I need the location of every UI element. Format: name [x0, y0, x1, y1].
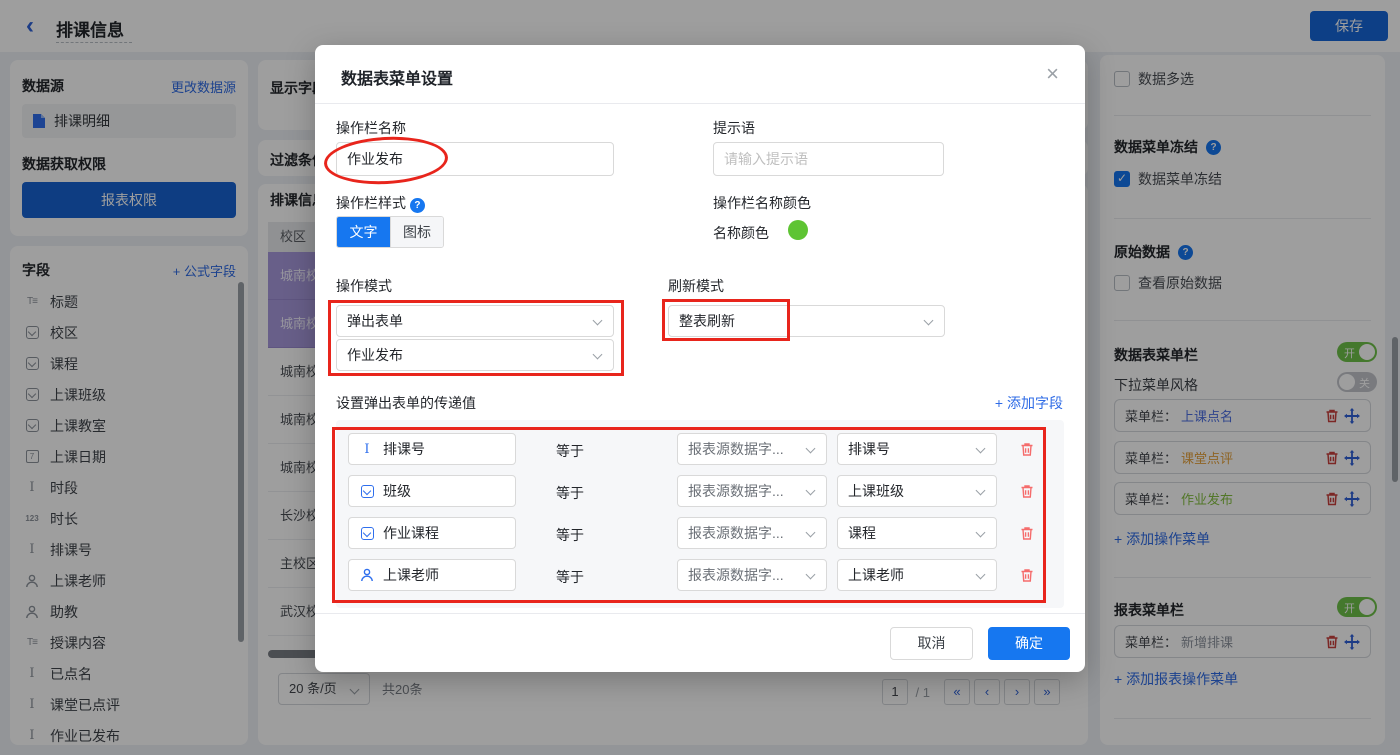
- add-field-link[interactable]: + 添加字段: [995, 393, 1063, 413]
- value-select[interactable]: 上课班级: [837, 475, 997, 507]
- select-icon: [359, 483, 375, 499]
- action-form-select[interactable]: 作业发布: [336, 339, 614, 371]
- source-select[interactable]: 报表源数据字...: [677, 517, 827, 549]
- source-select[interactable]: 报表源数据字...: [677, 559, 827, 591]
- operator-label: 等于: [556, 485, 584, 501]
- pass-values-label: 设置弹出表单的传递值: [336, 395, 476, 411]
- chevron-down-icon: [805, 443, 816, 454]
- chevron-down-icon: [975, 527, 986, 538]
- chevron-down-icon: [805, 485, 816, 496]
- delete-icon[interactable]: [1019, 567, 1035, 583]
- delete-icon[interactable]: [1019, 525, 1035, 541]
- action-mode-label: 操作模式: [336, 278, 392, 294]
- app-root: ‹ 排课信息 保存 数据源 更改数据源 排课明细 数据获取权限 报表权限 字段 …: [0, 0, 1400, 755]
- operator-label: 等于: [556, 527, 584, 543]
- value-select[interactable]: 课程: [837, 517, 997, 549]
- delete-icon[interactable]: [1019, 441, 1035, 457]
- value-select[interactable]: 排课号: [837, 433, 997, 465]
- color-swatch[interactable]: [788, 220, 808, 240]
- help-icon[interactable]: ?: [409, 198, 425, 213]
- operator-label: 等于: [556, 569, 584, 585]
- chevron-down-icon: [975, 443, 986, 454]
- color-name-label: 名称颜色: [713, 225, 769, 241]
- chevron-down-icon: [592, 349, 603, 360]
- source-select[interactable]: 报表源数据字...: [677, 475, 827, 507]
- text-icon: I: [364, 441, 370, 457]
- table-menu-settings-dialog: 数据表菜单设置 × 操作栏名称 作业发布 提示语 请输入提示语 操作栏样式 ? …: [315, 45, 1085, 672]
- style-label: 操作栏样式: [336, 195, 406, 211]
- pass-field-box[interactable]: I 排课号: [348, 433, 516, 465]
- chevron-down-icon: [805, 569, 816, 580]
- chevron-down-icon: [975, 569, 986, 580]
- pass-field-box[interactable]: 班级: [348, 475, 516, 507]
- chevron-down-icon: [975, 485, 986, 496]
- tip-label: 提示语: [713, 120, 755, 136]
- chevron-down-icon: [923, 315, 934, 326]
- tab-icon-style[interactable]: 图标: [390, 217, 443, 247]
- ok-button[interactable]: 确定: [988, 627, 1070, 660]
- tip-input[interactable]: 请输入提示语: [713, 142, 944, 176]
- chevron-down-icon: [805, 527, 816, 538]
- value-select[interactable]: 上课老师: [837, 559, 997, 591]
- pass-field-box[interactable]: 作业课程: [348, 517, 516, 549]
- style-segmented-control: 文字 图标: [336, 216, 444, 248]
- delete-icon[interactable]: [1019, 483, 1035, 499]
- chevron-down-icon: [592, 315, 603, 326]
- select-icon: [359, 525, 375, 541]
- cancel-button[interactable]: 取消: [890, 627, 973, 660]
- refresh-mode-label: 刷新模式: [668, 278, 724, 294]
- close-icon[interactable]: ×: [1046, 61, 1059, 87]
- source-select[interactable]: 报表源数据字...: [677, 433, 827, 465]
- tab-text-style[interactable]: 文字: [337, 217, 390, 247]
- pass-field-box[interactable]: 上课老师: [348, 559, 516, 591]
- action-name-label: 操作栏名称: [336, 120, 406, 136]
- refresh-mode-select[interactable]: 整表刷新: [668, 305, 945, 337]
- person-icon: [359, 567, 375, 583]
- action-mode-select[interactable]: 弹出表单: [336, 305, 614, 337]
- name-color-label: 操作栏名称颜色: [713, 195, 811, 211]
- action-name-input[interactable]: 作业发布: [336, 142, 614, 176]
- operator-label: 等于: [556, 443, 584, 459]
- dialog-title: 数据表菜单设置: [341, 71, 454, 88]
